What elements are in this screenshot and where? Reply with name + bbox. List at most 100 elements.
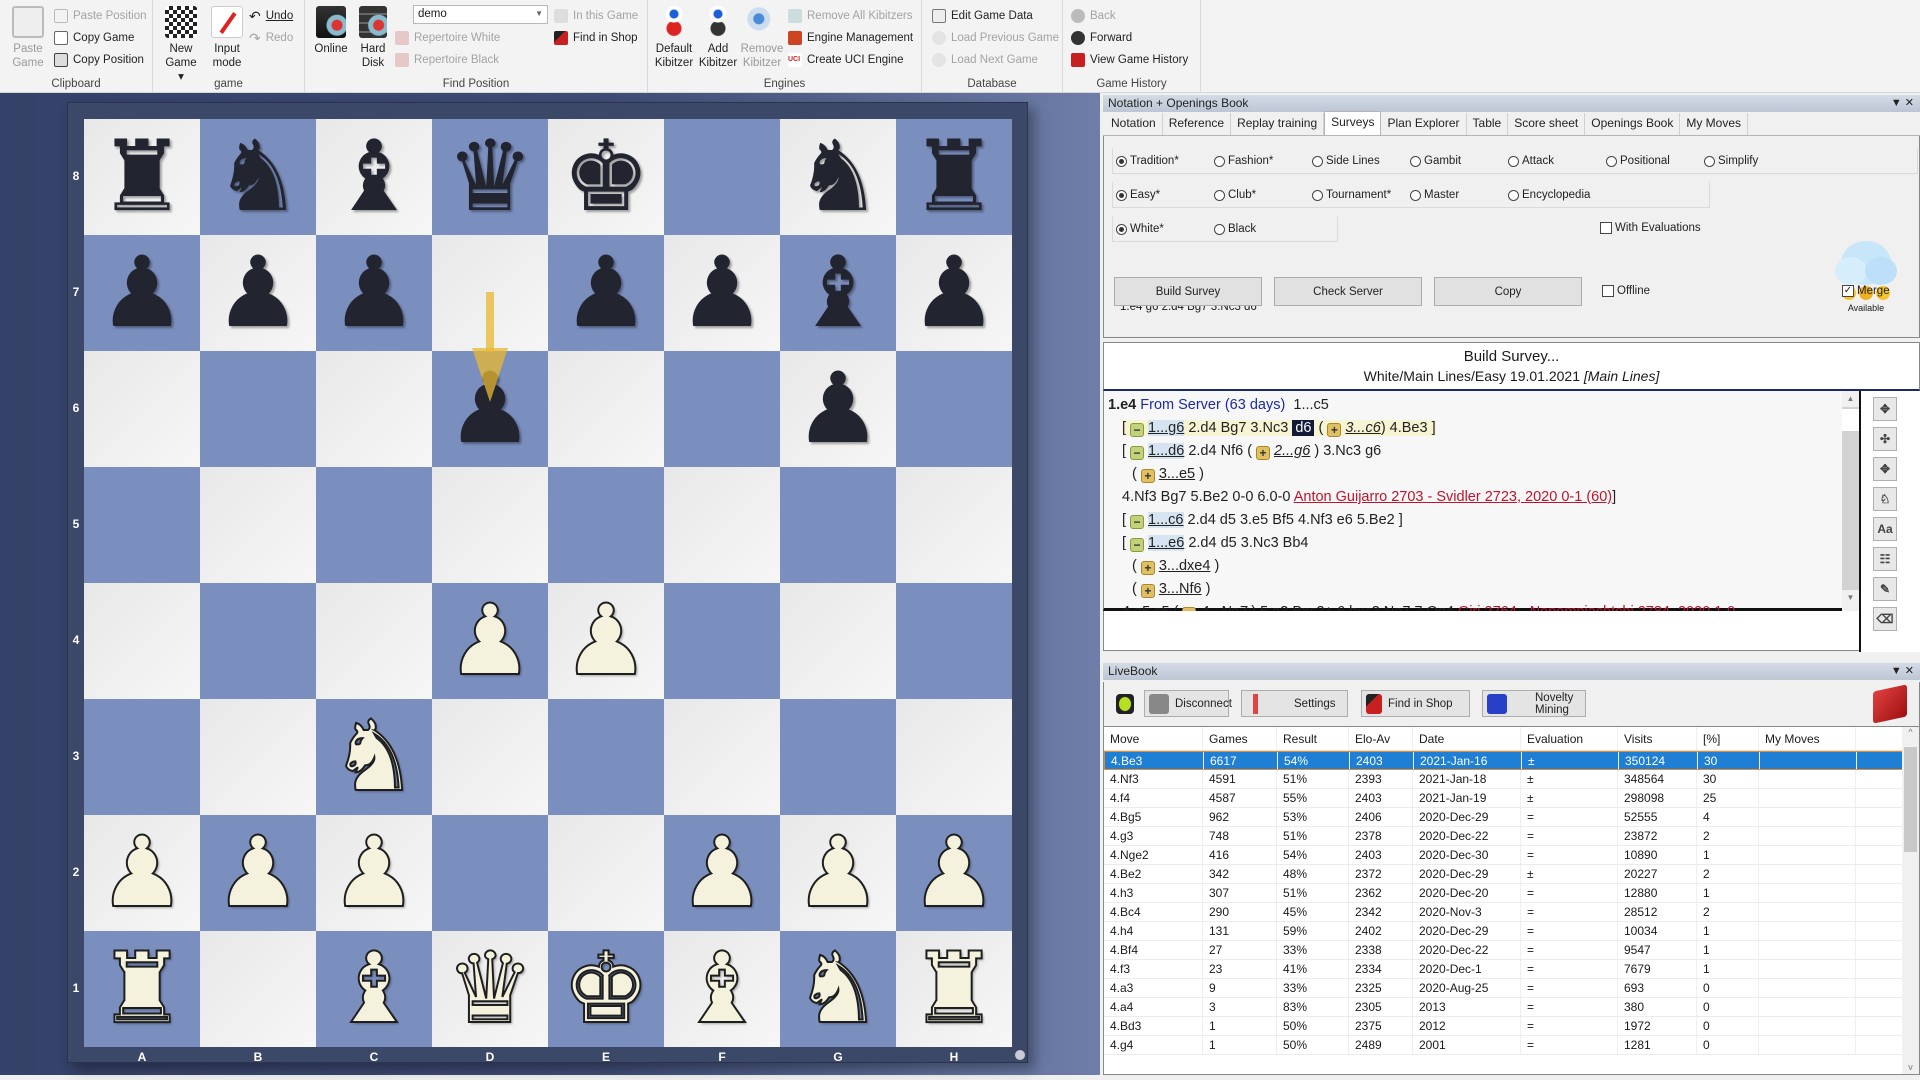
- black-rook-piece[interactable]: ♜: [98, 128, 186, 226]
- engine-management-button[interactable]: Engine Management: [788, 28, 913, 48]
- expand-icon[interactable]: +: [1256, 446, 1271, 460]
- table-row[interactable]: 4.Bc4 290 45% 2342 2020-Nov-3 = 28512 2: [1104, 903, 1919, 922]
- table-row[interactable]: 4.Bd3 1 50% 2375 2012 = 1972 0: [1104, 1017, 1919, 1036]
- move-variation-icon[interactable]: ✥: [1873, 457, 1897, 481]
- square-a7[interactable]: ♟: [84, 235, 200, 351]
- copy-button[interactable]: Copy: [1434, 277, 1582, 306]
- move[interactable]: 3...Nf6: [1159, 581, 1202, 597]
- square-c7[interactable]: ♟: [316, 235, 432, 351]
- move[interactable]: 2.d4 Nf6: [1188, 443, 1243, 459]
- square-g7[interactable]: ♝: [780, 235, 896, 351]
- white-pawn-piece[interactable]: ♟: [677, 823, 767, 923]
- move[interactable]: 1...d6: [1148, 443, 1185, 459]
- square-f7[interactable]: ♟: [664, 235, 780, 351]
- tab-plan-explorer[interactable]: Plan Explorer: [1381, 113, 1467, 135]
- collapse-icon[interactable]: −: [1130, 515, 1145, 529]
- black-king-piece[interactable]: ♚: [562, 128, 650, 226]
- square-g3[interactable]: [780, 699, 896, 815]
- black-pawn-piece[interactable]: ♟: [678, 244, 766, 342]
- square-a3[interactable]: [84, 699, 200, 815]
- square-c5[interactable]: [316, 467, 432, 583]
- square-g4[interactable]: [780, 583, 896, 699]
- square-a6[interactable]: [84, 351, 200, 467]
- move[interactable]: 2.d4 d5 3.Nc3 Bb4: [1188, 535, 1308, 551]
- load-next-game-button[interactable]: Load Next Game: [932, 50, 1038, 70]
- online-button[interactable]: Online: [311, 6, 351, 56]
- white-rook-piece[interactable]: ♜: [909, 939, 999, 1039]
- collapse-icon[interactable]: −: [1130, 446, 1145, 460]
- knight-symbol-icon[interactable]: ♘: [1873, 487, 1897, 511]
- square-d6[interactable]: ♟: [432, 351, 548, 467]
- column-header-elo-av[interactable]: Elo-Av: [1349, 727, 1413, 750]
- radio-encyclopedia[interactable]: Encyclopedia: [1508, 189, 1590, 201]
- square-c3[interactable]: ♞: [316, 699, 432, 815]
- remove-kibitzer-button[interactable]: Remove Kibitzer: [740, 6, 784, 70]
- move[interactable]: 1...c6: [1148, 512, 1184, 528]
- livebook-scrollbar[interactable]: ^ v: [1902, 727, 1919, 1074]
- tab-surveys[interactable]: Surveys: [1324, 111, 1382, 135]
- white-pawn-piece[interactable]: ♟: [793, 823, 883, 923]
- expand-icon[interactable]: +: [1140, 584, 1155, 598]
- scroll-down-icon[interactable]: ▼: [1842, 590, 1859, 606]
- black-knight-piece[interactable]: ♞: [214, 128, 302, 226]
- column-header-result[interactable]: Result: [1277, 727, 1349, 750]
- disconnect-button[interactable]: Disconnect: [1144, 690, 1232, 717]
- table-row[interactable]: 4.Bf4 27 33% 2338 2020-Dec-22 = 9547 1: [1104, 941, 1919, 960]
- font-icon[interactable]: Aa: [1873, 517, 1897, 541]
- repertoire-white-button[interactable]: Repertoire White: [395, 28, 500, 48]
- black-pawn-piece[interactable]: ♟: [214, 244, 302, 342]
- square-g1[interactable]: ♞: [780, 931, 896, 1047]
- tab-my-moves[interactable]: My Moves: [1680, 113, 1749, 135]
- square-a1[interactable]: ♜: [84, 931, 200, 1047]
- promote-variation-icon[interactable]: ✥: [1873, 397, 1897, 421]
- black-knight-piece[interactable]: ♞: [794, 128, 882, 226]
- repertoire-black-button[interactable]: Repertoire Black: [395, 50, 499, 70]
- tab-score-sheet[interactable]: Score sheet: [1508, 113, 1586, 135]
- table-row[interactable]: 4.f4 4587 55% 2403 2021-Jan-19 ±298098 25: [1104, 789, 1919, 808]
- white-pawn-piece[interactable]: ♟: [213, 823, 303, 923]
- move[interactable]: 4.Nf3 Bg7 5.Be2 0-0 6.0-0: [1122, 489, 1290, 505]
- square-a2[interactable]: ♟: [84, 815, 200, 931]
- square-h3[interactable]: [896, 699, 1012, 815]
- table-row[interactable]: 4.Be2 342 48% 2372 2020-Dec-29 ±20227 2: [1104, 865, 1919, 884]
- white-queen-piece[interactable]: ♛: [445, 939, 535, 1039]
- square-h6[interactable]: [896, 351, 1012, 467]
- move[interactable]: 3...dxe4: [1159, 558, 1211, 574]
- novelty-mining-button[interactable]: Novelty Mining: [1482, 690, 1586, 717]
- move[interactable]: 2.d4 d5 3.e5 Bf5 4.Nf3 e6 5.Be2 ]: [1188, 512, 1403, 528]
- square-b3[interactable]: [200, 699, 316, 815]
- radio-white[interactable]: White*: [1116, 223, 1164, 235]
- square-e8[interactable]: ♚: [548, 119, 664, 235]
- white-pawn-piece[interactable]: ♟: [561, 591, 651, 691]
- table-row[interactable]: 4.Nge2 416 54% 2403 2020-Dec-30 = 10890 1: [1104, 846, 1919, 865]
- move[interactable]: 1...c5: [1293, 397, 1328, 413]
- square-b7[interactable]: ♟: [200, 235, 316, 351]
- square-e3[interactable]: [548, 699, 664, 815]
- square-a4[interactable]: [84, 583, 200, 699]
- column-header-games[interactable]: Games: [1203, 727, 1277, 750]
- tab-notation[interactable]: Notation: [1105, 113, 1163, 135]
- square-d7[interactable]: [432, 235, 548, 351]
- edit-game-data-button[interactable]: Edit Game Data: [932, 6, 1033, 26]
- scroll-up-icon[interactable]: ▲: [1842, 391, 1859, 407]
- scroll-down-icon[interactable]: v: [1902, 1062, 1919, 1072]
- square-h7[interactable]: ♟: [896, 235, 1012, 351]
- square-b2[interactable]: ♟: [200, 815, 316, 931]
- create-uci-engine-button[interactable]: UCI Create UCI Engine: [788, 50, 904, 70]
- white-pawn-piece[interactable]: ♟: [97, 823, 187, 923]
- view-game-history-button[interactable]: View Game History: [1071, 50, 1188, 70]
- move[interactable]: 2.d4 Bg7 3.Nc3: [1188, 420, 1288, 436]
- square-h5[interactable]: [896, 467, 1012, 583]
- square-d8[interactable]: ♛: [432, 119, 548, 235]
- tree-icon[interactable]: ☷: [1873, 547, 1897, 571]
- white-rook-piece[interactable]: ♜: [97, 939, 187, 1039]
- square-c4[interactable]: [316, 583, 432, 699]
- radio-positional[interactable]: Positional: [1606, 155, 1670, 167]
- black-pawn-piece[interactable]: ♟: [910, 244, 998, 342]
- black-queen-piece[interactable]: ♛: [446, 128, 534, 226]
- column-header-my-moves[interactable]: My Moves: [1759, 727, 1856, 750]
- paste-position-button[interactable]: Paste Position: [54, 6, 147, 26]
- square-b8[interactable]: ♞: [200, 119, 316, 235]
- paste-game-button[interactable]: Paste Game: [10, 6, 46, 70]
- square-h8[interactable]: ♜: [896, 119, 1012, 235]
